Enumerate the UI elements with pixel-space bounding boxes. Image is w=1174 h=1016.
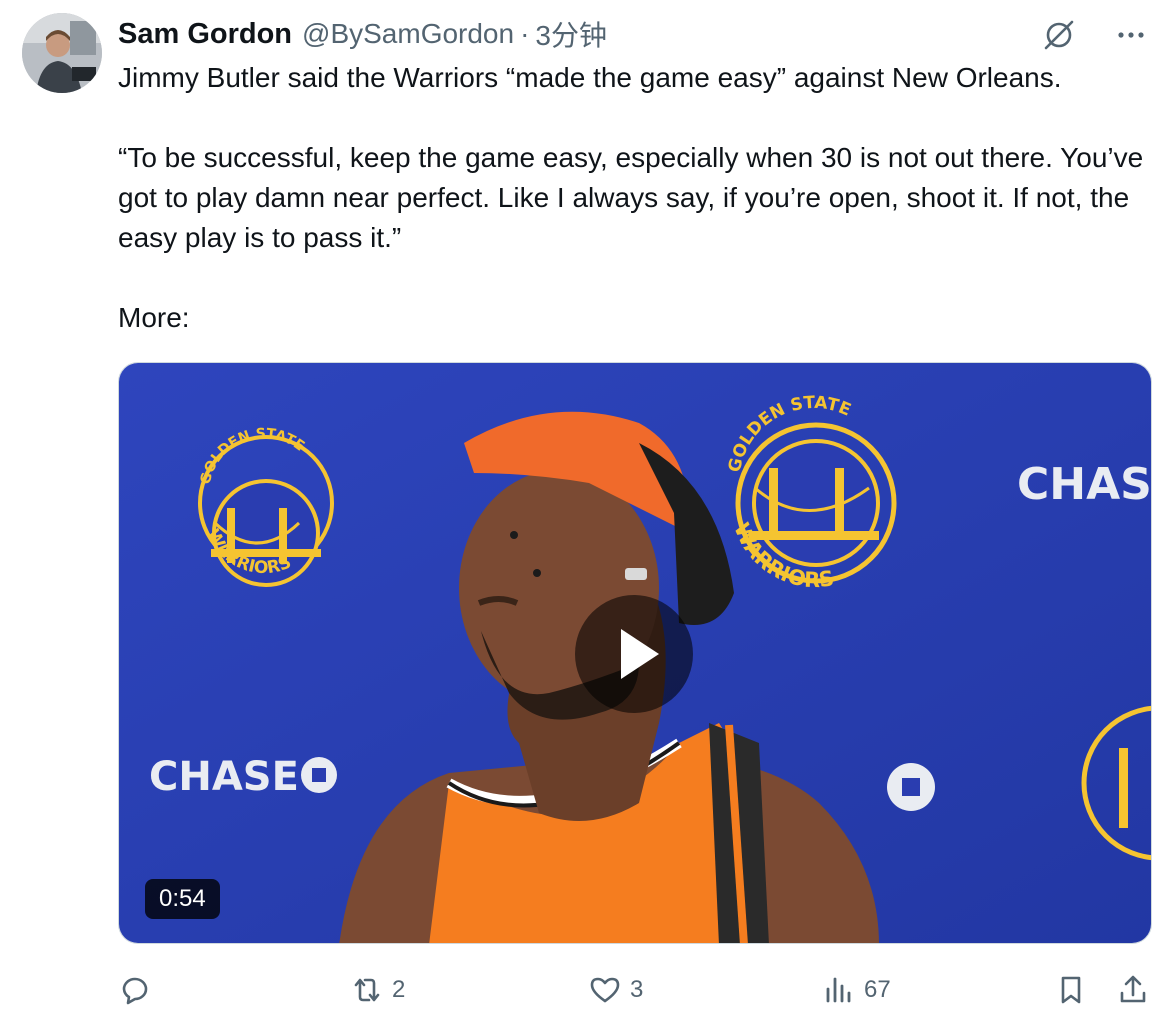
like-count: 3	[630, 976, 644, 1003]
reply-icon	[122, 977, 148, 1005]
tweet-text: Jimmy Butler said the Warriors “made the…	[118, 58, 1163, 338]
like-icon	[590, 977, 620, 1003]
avatar[interactable]	[22, 13, 102, 93]
play-button[interactable]	[575, 595, 693, 713]
action-bar: 2 3 67	[118, 966, 1158, 1016]
views-count: 67	[864, 976, 891, 1003]
sponsor-text: CHASE	[1017, 459, 1152, 510]
repost-icon	[354, 978, 380, 1002]
tweet-line-1: Jimmy Butler said the Warriors “made the…	[118, 62, 1062, 93]
avatar-image	[22, 13, 102, 93]
tweet-more-label: More:	[118, 302, 190, 333]
views-icon	[826, 977, 851, 1003]
separator-dot: ·	[520, 18, 530, 49]
sponsor-text: CHASE	[149, 754, 299, 800]
tweet-timestamp[interactable]: 3分钟	[535, 14, 607, 54]
views-button[interactable]: 67	[822, 966, 891, 1014]
bookmark-button[interactable]	[1054, 966, 1088, 1014]
repost-button[interactable]: 2	[350, 966, 405, 1014]
tweet-header: Sam Gordon @BySamGordon · 3分钟	[118, 14, 1154, 54]
tweet-quote: “To be successful, keep the game easy, e…	[118, 142, 1144, 253]
bookmark-icon	[1061, 976, 1081, 1004]
author-handle[interactable]: @BySamGordon	[302, 18, 514, 50]
video-player[interactable]: GOLDEN STATE WARRIORS GOLDEN STATE WARRI…	[118, 362, 1152, 944]
reply-button[interactable]	[118, 966, 160, 1014]
share-icon	[1120, 975, 1146, 1003]
like-button[interactable]: 3	[588, 966, 643, 1014]
more-icon[interactable]	[1114, 18, 1148, 52]
author-name[interactable]: Sam Gordon	[118, 18, 292, 51]
video-duration: 0:54	[145, 879, 220, 919]
play-icon	[621, 629, 659, 679]
share-button[interactable]	[1116, 966, 1150, 1014]
repost-count: 2	[392, 976, 406, 1003]
grok-icon[interactable]	[1042, 18, 1076, 52]
